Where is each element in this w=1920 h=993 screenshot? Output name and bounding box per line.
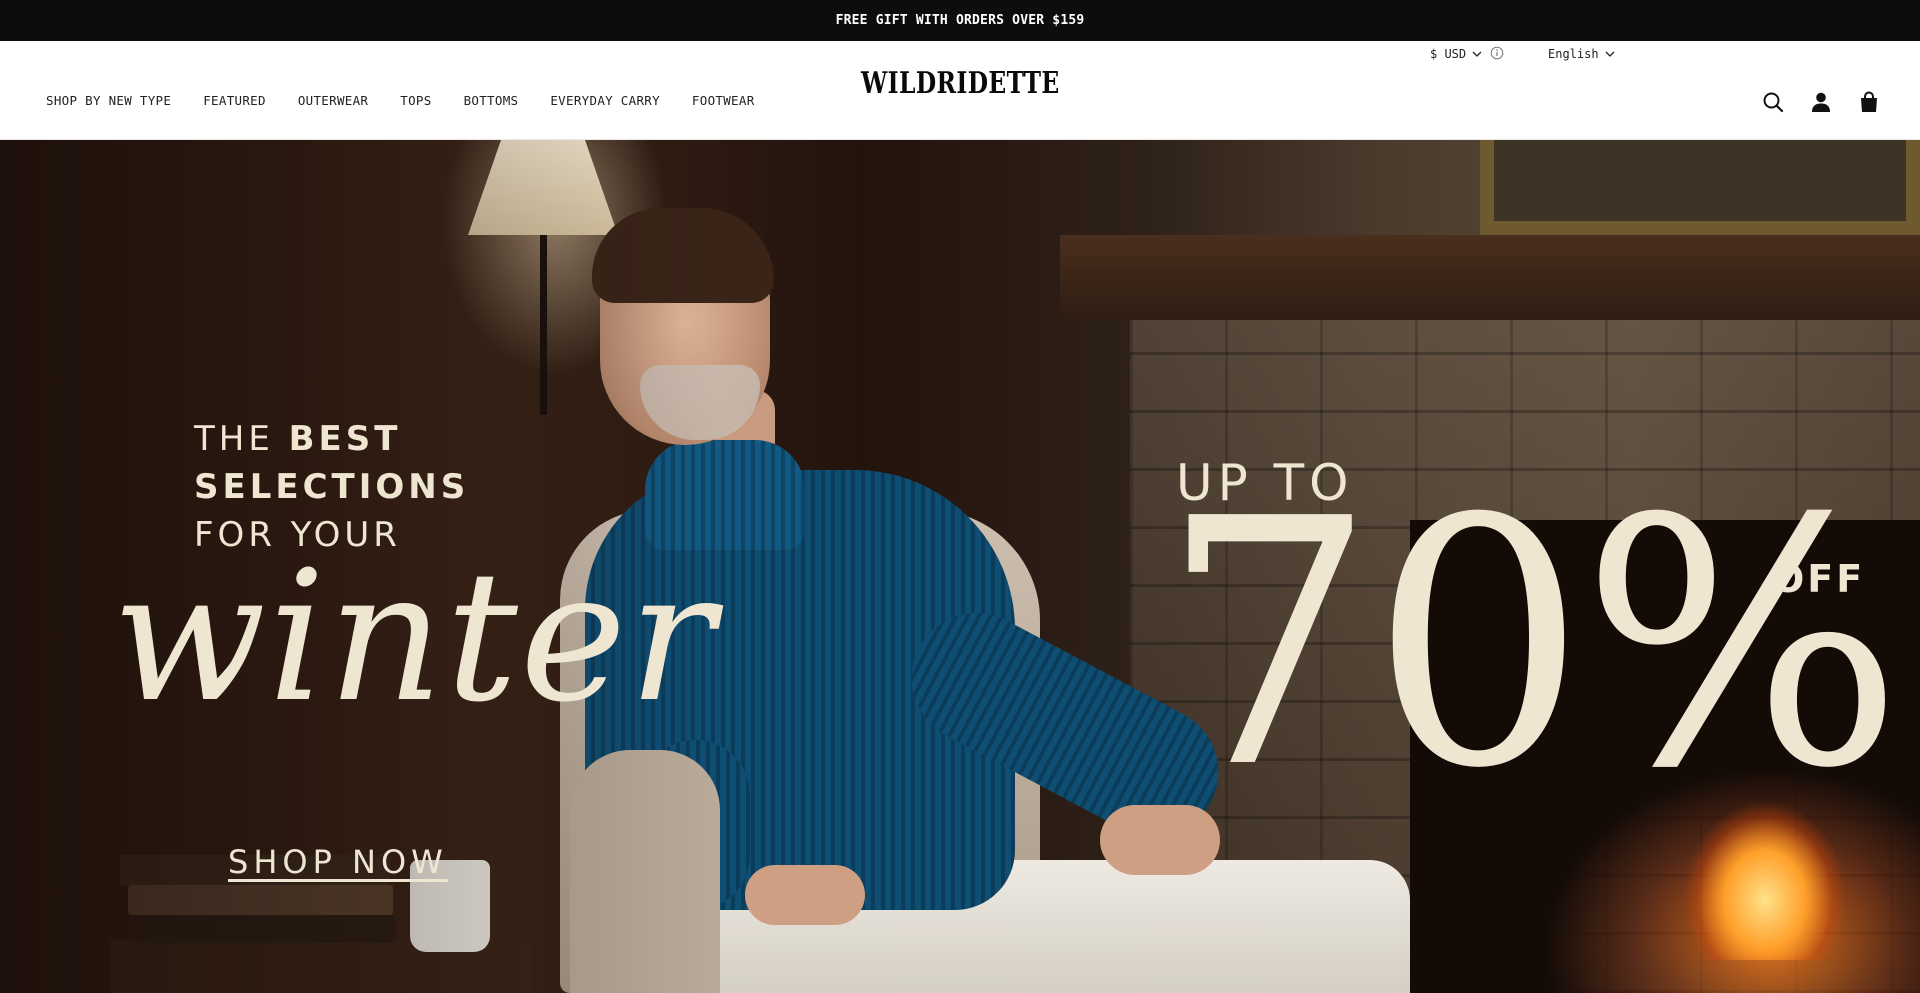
nav-item-featured[interactable]: FEATURED [203, 93, 266, 108]
nav-item-shop-by-new-type[interactable]: SHOP BY NEW TYPE [46, 93, 171, 108]
brand-logo[interactable]: WILDRIDETTE [861, 69, 1116, 99]
nav-item-everyday-carry[interactable]: EVERYDAY CARRY [550, 93, 660, 108]
nav-item-outerwear[interactable]: OUTERWEAR [298, 93, 368, 108]
cart-icon[interactable] [1858, 91, 1880, 113]
shop-now-link[interactable]: SHOP NOW [228, 846, 448, 878]
promo-off: OFF [1772, 557, 1866, 601]
announcement-bar: FREE GIFT WITH ORDERS OVER $159 [0, 0, 1920, 41]
nav-item-footwear[interactable]: FOOTWEAR [692, 93, 755, 108]
promo-percent: 70% [1160, 447, 1904, 843]
currency-label: $ USD [1430, 47, 1467, 61]
currency-selector[interactable]: $ USD [1430, 47, 1482, 61]
account-icon[interactable] [1810, 91, 1832, 113]
chevron-down-icon [1472, 51, 1482, 57]
announcement-text: FREE GIFT WITH ORDERS OVER $159 [835, 13, 1085, 28]
nav-item-bottoms[interactable]: BOTTOMS [464, 93, 519, 108]
utility-bar: $ USD English [0, 41, 1920, 65]
brand-logo-text: WILDRIDETTE [861, 66, 1060, 101]
fireplace-mantel [1060, 235, 1920, 320]
hero-headline-line1: THE BEST [194, 422, 401, 456]
nav-item-tops[interactable]: TOPS [400, 93, 431, 108]
language-label: English [1548, 47, 1599, 61]
hero-headline-line2: SELECTIONS [194, 467, 470, 507]
hero-banner[interactable]: THE BEST SELECTIONS FOR YOUR winter SHOP… [0, 140, 1920, 993]
header-actions [1762, 91, 1880, 113]
main-nav: SHOP BY NEW TYPE FEATURED OUTERWEAR TOPS… [46, 93, 787, 108]
hero-headline-bold: BEST [288, 419, 402, 459]
chevron-down-icon [1605, 51, 1615, 57]
search-icon[interactable] [1762, 91, 1784, 113]
picture-frame [1480, 140, 1920, 235]
hero-headline-light: THE [194, 419, 289, 459]
info-icon[interactable] [1490, 46, 1504, 60]
model-hand [745, 865, 865, 925]
hero-script-word: winter [112, 533, 717, 742]
language-selector[interactable]: English [1548, 47, 1615, 61]
site-header: $ USD English SHOP BY NEW TYPE FEATURED … [0, 41, 1920, 140]
